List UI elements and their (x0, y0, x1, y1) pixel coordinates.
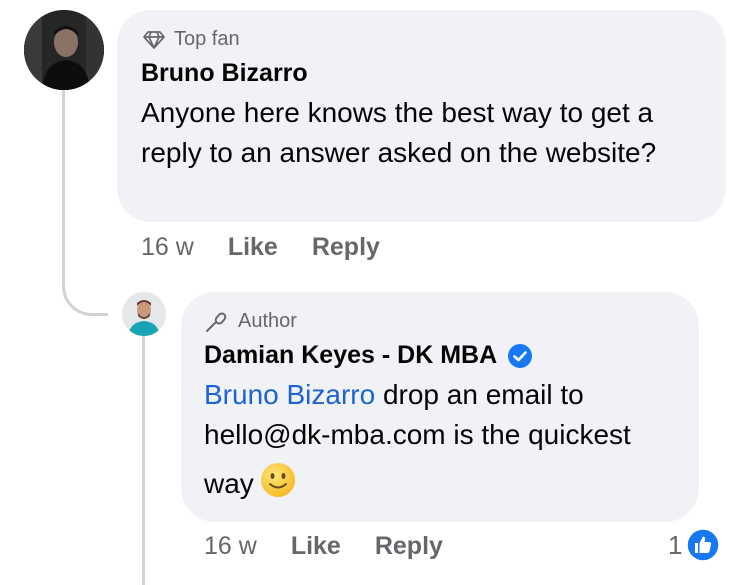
reply-actions: 16 w Like Reply (204, 532, 477, 561)
thread-line (62, 90, 65, 290)
comment-author[interactable]: Bruno Bizarro (141, 59, 308, 88)
badge-label: Top fan (174, 28, 240, 50)
reply-text-line: hello@dk-mba.com is the quickest (204, 419, 631, 450)
comment-actions: 16 w Like Reply (141, 233, 414, 262)
diamond-icon (143, 30, 165, 49)
reply-author-avatar[interactable] (122, 292, 166, 336)
reply-text: Bruno Bizarro drop an email to hello@dk-… (204, 375, 684, 509)
thumbs-up-icon (686, 528, 721, 562)
reply-thread-line (142, 330, 145, 585)
reaction-summary[interactable]: 1 (668, 528, 721, 562)
reply-text-line: drop an email to (375, 379, 584, 410)
reply-text-line: way (204, 467, 254, 499)
commenter-avatar[interactable] (24, 10, 104, 90)
reply-author-name[interactable]: Damian Keyes - DK MBA (204, 341, 497, 370)
author-badge: Author (204, 310, 297, 333)
comment-text: Anyone here knows the best way to get a … (141, 97, 657, 168)
reaction-count: 1 (668, 529, 683, 560)
badge-label: Author (238, 310, 297, 332)
reply-button[interactable]: Reply (375, 532, 443, 561)
mention-link[interactable]: Bruno Bizarro (204, 379, 375, 410)
thread-connector (62, 270, 108, 316)
avatar-photo (122, 292, 166, 336)
comment-time[interactable]: 16 w (141, 233, 194, 262)
reply-time[interactable]: 16 w (204, 532, 257, 561)
verified-badge-icon (508, 343, 533, 368)
reply-author[interactable]: Damian Keyes - DK MBA (204, 341, 533, 370)
like-button[interactable]: Like (228, 233, 278, 262)
microphone-icon (206, 311, 227, 332)
reply-button[interactable]: Reply (312, 233, 380, 262)
smiley-emoji-icon (260, 462, 296, 509)
avatar-photo (24, 10, 104, 90)
like-button[interactable]: Like (291, 532, 341, 561)
top-fan-badge: Top fan (142, 28, 240, 51)
